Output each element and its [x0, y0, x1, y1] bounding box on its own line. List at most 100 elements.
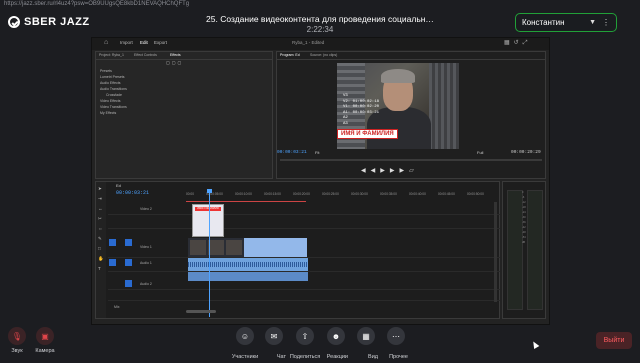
program-scrubber[interactable] — [280, 159, 542, 161]
tab-import[interactable]: Import — [120, 40, 133, 45]
track-header[interactable] — [108, 218, 186, 228]
window-icons: ▦↺⤢ — [504, 40, 532, 46]
program-tabs: Program: Ed Source: (no clips) — [277, 52, 545, 60]
program-monitor: Program: Ed Source: (no clips) V3 V2: 01… — [276, 51, 546, 179]
meeting-title: 25. Создание видеоконтента для проведени… — [206, 14, 434, 24]
tab-edit[interactable]: Edit — [140, 40, 148, 45]
participants-label: Участники — [231, 354, 259, 360]
video-clip[interactable] — [188, 238, 244, 257]
reactions-label: Реакции — [326, 354, 348, 360]
effects-item[interactable]: Presets — [100, 69, 112, 73]
track-header[interactable]: Video 2 — [108, 204, 186, 214]
tab-effect-controls[interactable]: Effect Controls — [134, 53, 157, 57]
chat-label: Чат — [276, 354, 286, 360]
meter-left — [507, 190, 523, 310]
effects-item[interactable]: Video Transitions — [100, 105, 127, 109]
effects-item[interactable]: Video Effects — [100, 99, 121, 103]
type-tool-icon[interactable]: T — [98, 266, 101, 271]
audio-meters: 0 -6 -12 -18 -24 -30 -36 -42 -48 -54 dB — [502, 181, 546, 319]
mouse-cursor — [530, 339, 540, 350]
meeting-timer: 2:22:34 — [306, 25, 334, 34]
project-panel: Project: Ryba_1 Effect Controls Effects … — [95, 51, 273, 179]
more-button[interactable]: ⋯ Прочее — [384, 327, 408, 363]
title-clip[interactable]: ИМЯ И ФАМИЛИЯ — [192, 204, 224, 237]
effects-item[interactable]: My Effects — [100, 111, 116, 115]
slip-tool-icon[interactable]: ⇔ — [98, 226, 103, 231]
layout-icon: ▦ — [357, 327, 375, 345]
track-select-icon[interactable]: ⇥ — [98, 196, 102, 202]
playhead[interactable] — [207, 189, 212, 317]
meter-scale: 0 -6 -12 -18 -24 -30 -36 -42 -48 -54 dB — [522, 191, 526, 244]
video-clip[interactable] — [244, 238, 307, 257]
timeline-vertical-scrollbar[interactable] — [494, 202, 497, 302]
resolution-select[interactable]: Full — [477, 150, 483, 155]
browser-url[interactable]: https://jazz.sber.ru/rl4uz4?psw=OB9UUgsQ… — [4, 0, 304, 8]
share-button[interactable]: ⇧ Поделиться — [290, 327, 320, 363]
sber-logo-icon — [8, 16, 20, 28]
track-header[interactable] — [108, 290, 186, 300]
tab-project[interactable]: Project: Ryba_1 — [99, 53, 124, 57]
speaker-selector[interactable]: Константин ▼ ⋮ — [515, 13, 617, 32]
camera-off-icon: ▣ — [36, 327, 54, 345]
tab-program[interactable]: Program: Ed — [280, 53, 300, 57]
track-video-3 — [108, 218, 500, 229]
more-dots-icon: ⋯ — [387, 327, 405, 345]
project-panel-tabs: Project: Ryba_1 Effect Controls Effects — [96, 52, 272, 60]
project-title: Ryba_1 - Edited — [292, 40, 325, 45]
view-button[interactable]: ▦ Вид — [354, 327, 378, 363]
video-frame: V3 V2: 01:00:02:18 V1: 00:00:02:20 A1: 0… — [337, 63, 459, 149]
audio-clip[interactable] — [188, 272, 308, 281]
rectangle-tool-icon[interactable]: □ — [98, 246, 101, 251]
sequence-tab[interactable]: Ed — [116, 183, 121, 188]
timeline-timecode[interactable]: 00:00:03:21 — [116, 190, 149, 196]
sound-label: Звук — [11, 348, 23, 354]
pen-tool-icon[interactable]: ✎ — [98, 236, 102, 242]
timecode-overlay: V3 V2: 01:00:02:18 V1: 00:00:02:20 A1: 0… — [343, 94, 380, 126]
participants-button[interactable]: ☺ Участники — [231, 327, 259, 363]
camera-button[interactable]: ▣ Камера — [33, 327, 57, 354]
more-label: Прочее — [389, 354, 408, 360]
render-bar — [186, 201, 306, 202]
effects-toolbar[interactable]: ▢▢▢ — [166, 60, 226, 65]
track-header[interactable]: Mix — [108, 302, 186, 312]
effects-item[interactable]: Audio Transitions — [100, 87, 127, 91]
track-header[interactable]: Audio 1 — [108, 258, 186, 271]
effects-item[interactable]: Lumetri Presets — [100, 75, 125, 79]
chat-icon: ✉ — [265, 327, 283, 345]
speaker-name: Константин — [522, 18, 565, 27]
track-header[interactable]: Audio 2 — [108, 279, 186, 289]
app-logo: SBER JAZZ — [8, 15, 90, 29]
effects-item[interactable]: Audio Effects — [100, 81, 121, 85]
playback-controls[interactable]: ◀◀▶▶▶▱ — [361, 167, 419, 174]
timeline-panel: ➤ ⇥ ↔ ✂ ⇔ ✎ □ ✋ T Ed 00:00:03:21 00:00 0… — [95, 181, 500, 319]
hand-tool-icon[interactable]: ✋ — [98, 256, 104, 262]
timeline-scrollbar[interactable] — [186, 310, 216, 313]
tab-source[interactable]: Source: (no clips) — [310, 53, 337, 57]
tab-effects[interactable]: Effects — [170, 53, 181, 57]
effects-item[interactable]: Crossfade — [106, 93, 122, 97]
leave-button[interactable]: Выйти — [596, 332, 632, 349]
ripple-edit-icon[interactable]: ↔ — [98, 206, 103, 211]
zoom-fit-select[interactable]: Fit — [315, 150, 319, 155]
track-header[interactable]: Video 1 — [108, 238, 186, 257]
camera-label: Камера — [35, 348, 55, 354]
lower-third-title: ИМЯ И ФАМИЛИЯ — [337, 129, 398, 139]
selection-tool-icon[interactable]: ➤ — [98, 186, 102, 192]
logo-text: SBER JAZZ — [24, 16, 90, 28]
audio-clip[interactable] — [188, 258, 308, 271]
chat-button[interactable]: ✉ Чат — [262, 327, 286, 363]
tab-export[interactable]: Export — [154, 40, 167, 45]
razor-tool-icon[interactable]: ✂ — [98, 216, 102, 222]
program-timecode[interactable]: 00:00:03:21 — [277, 150, 307, 155]
chevron-down-icon[interactable]: ▼ — [589, 19, 596, 26]
sound-button[interactable]: 🎙 Звук — [5, 327, 29, 354]
meter-right — [527, 190, 543, 310]
more-vertical-icon[interactable]: ⋮ — [602, 18, 610, 27]
home-icon[interactable]: ⌂ — [104, 39, 108, 46]
time-ruler[interactable]: 00:00 00:00:05:00 00:00:10:00 00:00:15:0… — [186, 192, 496, 199]
duration-timecode: 00:00:20:29 — [511, 150, 541, 155]
reactions-button[interactable]: ☻ Реакции — [324, 327, 348, 363]
premiere-header: ⌂ Import Edit Export Ryba_1 - Edited ▦↺⤢ — [92, 38, 549, 50]
people-icon: ☺ — [236, 327, 254, 345]
smile-icon: ☻ — [327, 327, 345, 345]
